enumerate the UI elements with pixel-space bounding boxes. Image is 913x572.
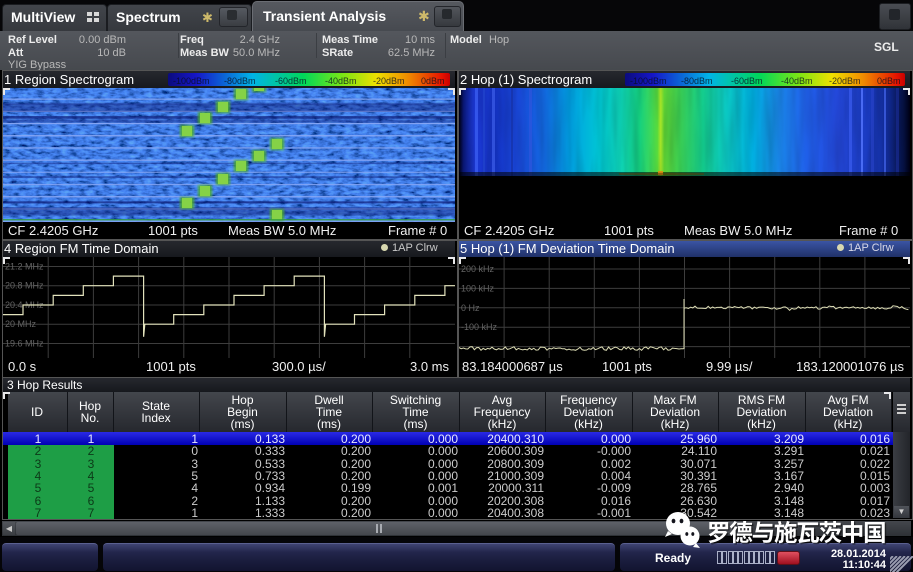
- svg-text:100 kHz: 100 kHz: [461, 283, 495, 293]
- svg-text:200 kHz: 200 kHz: [461, 264, 495, 274]
- svg-text:20.8 MHz: 20.8 MHz: [5, 281, 44, 291]
- svg-text:20 MHz: 20 MHz: [5, 319, 37, 329]
- svg-text:0 Hz: 0 Hz: [461, 303, 480, 313]
- svg-text:-100 kHz: -100 kHz: [461, 322, 498, 332]
- svg-text:21.2 MHz: 21.2 MHz: [5, 262, 44, 272]
- svg-text:19.6 MHz: 19.6 MHz: [5, 339, 44, 349]
